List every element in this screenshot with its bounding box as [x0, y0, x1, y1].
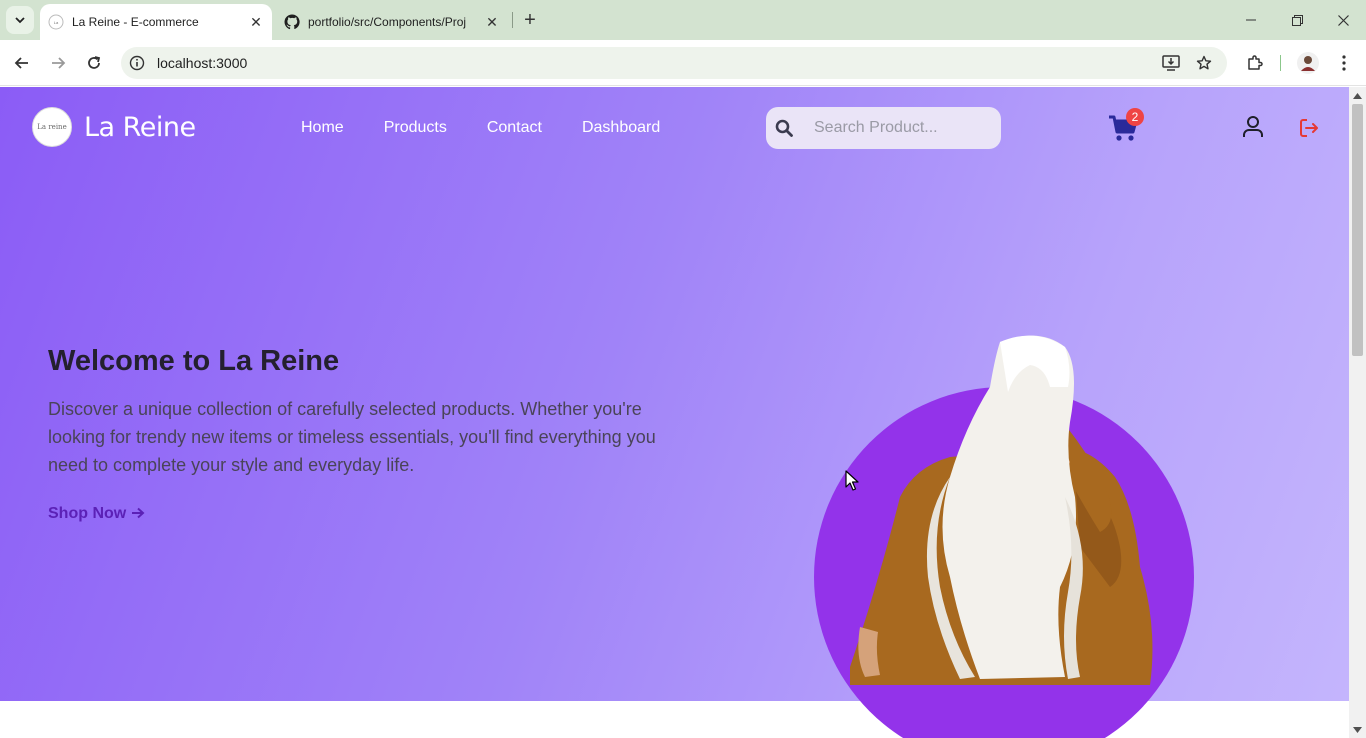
- user-icon[interactable]: [1242, 115, 1264, 139]
- restore-button[interactable]: [1274, 6, 1320, 34]
- scroll-up-icon[interactable]: [1353, 91, 1362, 100]
- minimize-button[interactable]: [1228, 6, 1274, 34]
- forward-button[interactable]: [44, 49, 72, 77]
- chevron-down-icon: [15, 17, 25, 24]
- cart-count-badge: 2: [1126, 108, 1144, 126]
- la-reine-favicon: La: [48, 14, 64, 30]
- logo[interactable]: La reine La Reine: [32, 107, 196, 147]
- page-viewport: La reine La Reine Home Products Contact …: [0, 87, 1349, 738]
- search-input[interactable]: [814, 119, 994, 137]
- scrollbar-thumb[interactable]: [1352, 104, 1363, 356]
- tab-search-button[interactable]: [6, 6, 34, 34]
- tab-title: portfolio/src/Components/Proj: [308, 15, 467, 29]
- shop-now-link[interactable]: Shop Now: [48, 505, 145, 523]
- search-icon[interactable]: [774, 118, 794, 138]
- logo-badge-text: La reine: [37, 123, 67, 131]
- nav-dashboard[interactable]: Dashboard: [582, 119, 660, 137]
- logo-badge: La reine: [32, 107, 72, 147]
- hero-section: La reine La Reine Home Products Contact …: [0, 87, 1349, 738]
- hero-description: Discover a unique collection of carefull…: [48, 399, 656, 475]
- tab-title: La Reine - E-commerce: [72, 15, 199, 29]
- scroll-down-icon[interactable]: [1353, 725, 1362, 734]
- browser-toolbar: localhost:3000: [0, 40, 1366, 86]
- profile-avatar[interactable]: [1294, 49, 1322, 77]
- brand-name: La Reine: [84, 111, 196, 143]
- close-window-button[interactable]: [1320, 6, 1366, 34]
- extensions-icon[interactable]: [1241, 49, 1269, 77]
- hero-title: Welcome to La Reine: [48, 345, 340, 377]
- forward-icon: [52, 57, 66, 69]
- browser-tab-strip: La La Reine - E-commerce ✕ portfolio/src…: [0, 0, 1366, 40]
- svg-text:La: La: [54, 20, 59, 25]
- new-tab-button[interactable]: +: [518, 8, 542, 32]
- back-button[interactable]: [8, 49, 36, 77]
- reload-button[interactable]: [80, 49, 108, 77]
- nav-products[interactable]: Products: [384, 119, 447, 137]
- mouse-cursor: [845, 470, 859, 491]
- tab-close-icon[interactable]: ✕: [246, 12, 266, 32]
- tab-close-icon[interactable]: ✕: [482, 12, 502, 32]
- nav-home[interactable]: Home: [301, 119, 344, 137]
- tab-la-reine[interactable]: La La Reine - E-commerce ✕: [40, 4, 272, 40]
- github-icon: [284, 14, 300, 30]
- tab-github[interactable]: portfolio/src/Components/Proj ✕: [276, 4, 508, 40]
- tab-divider: [512, 12, 513, 28]
- shop-now-label: Shop Now: [48, 505, 127, 522]
- arrow-right-icon: [131, 507, 145, 519]
- chrome-menu-icon[interactable]: [1330, 49, 1358, 77]
- install-app-icon[interactable]: [1157, 49, 1185, 77]
- address-bar[interactable]: localhost:3000: [121, 47, 1227, 79]
- reload-icon: [88, 56, 101, 69]
- hero-model-image: [850, 335, 1153, 685]
- site-info-icon[interactable]: [123, 49, 151, 77]
- back-icon: [14, 57, 28, 69]
- bookmark-star-icon[interactable]: [1190, 49, 1218, 77]
- toolbar-divider: [1280, 55, 1281, 71]
- search-bar: [766, 107, 1001, 149]
- logout-icon[interactable]: [1298, 117, 1320, 139]
- nav-contact[interactable]: Contact: [487, 119, 542, 137]
- url-text: localhost:3000: [157, 55, 248, 71]
- main-nav: Home Products Contact Dashboard: [301, 119, 700, 137]
- page-scrollbar[interactable]: [1349, 87, 1366, 738]
